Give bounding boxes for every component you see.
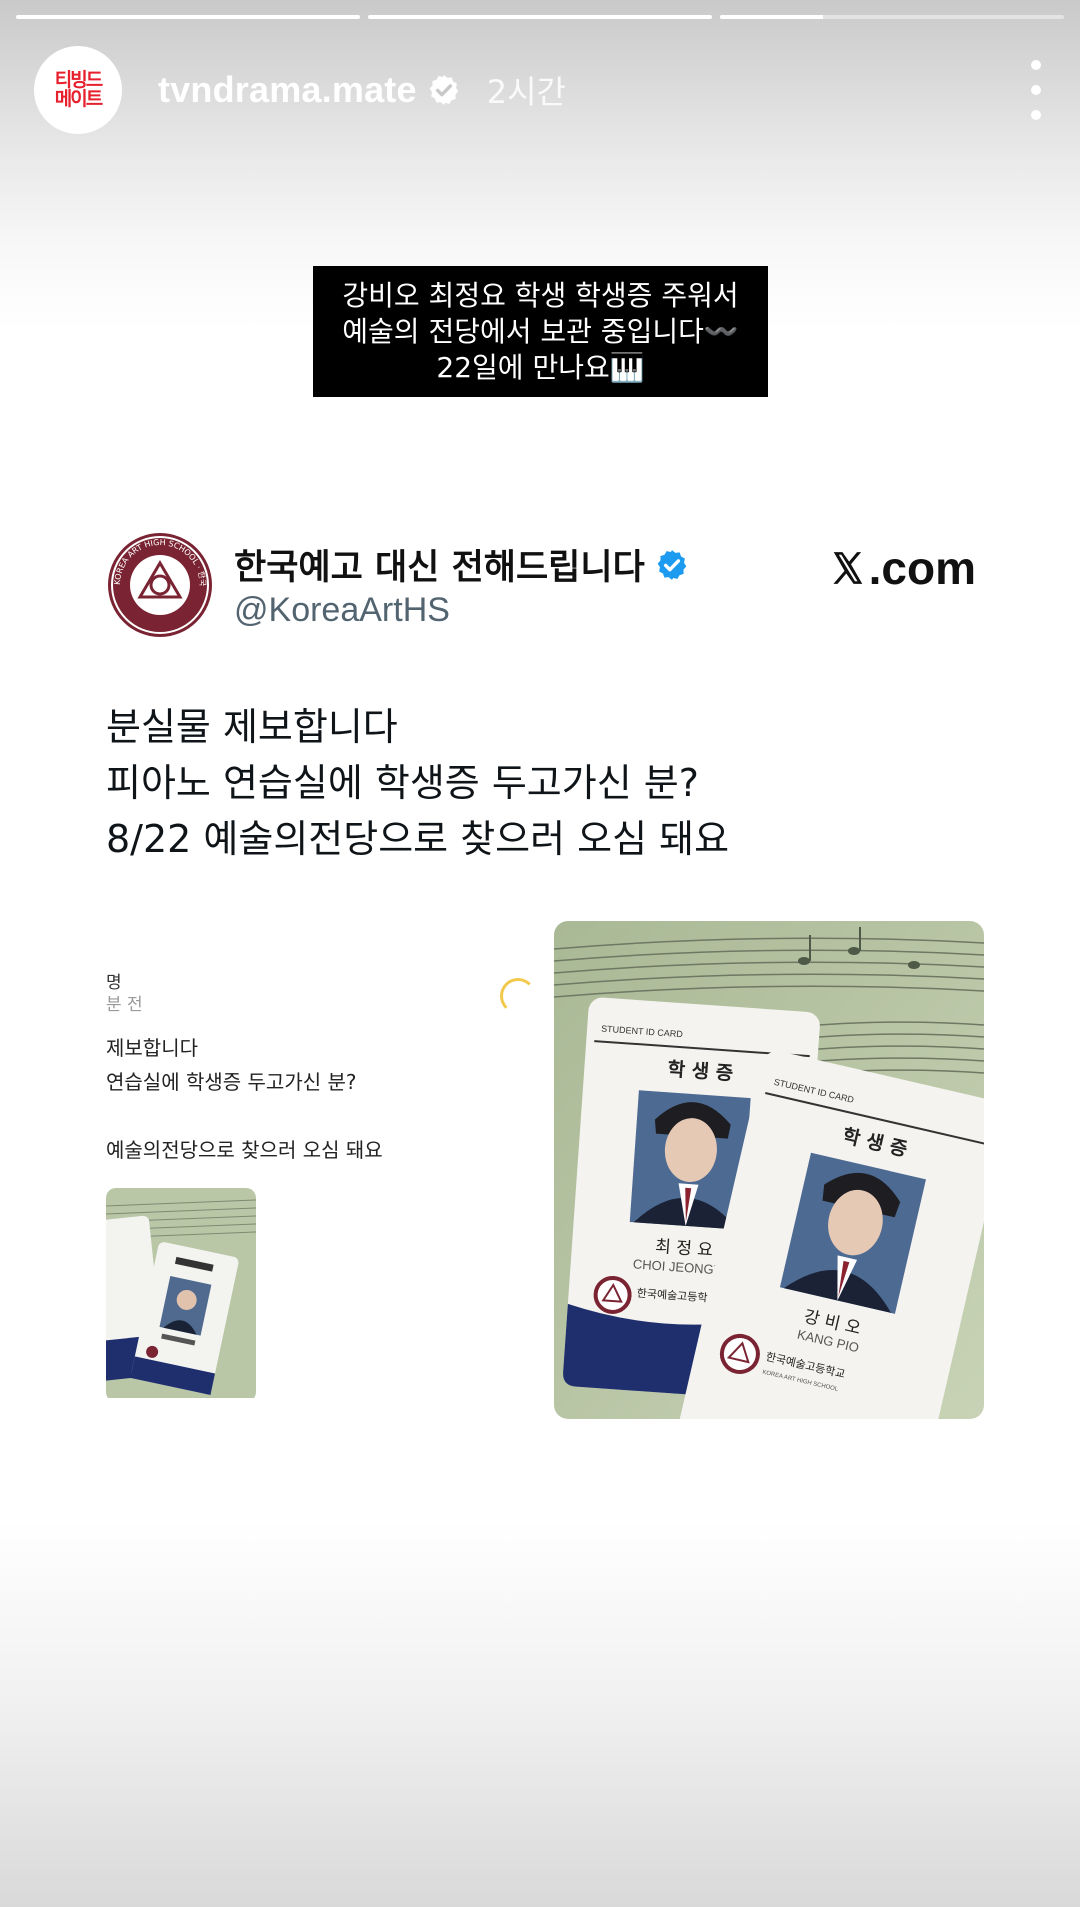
x-com-label: .com: [868, 542, 976, 594]
tweet-display-name-text: 한국예고 대신 전해드립니다: [234, 548, 645, 588]
progress-segment-2: [368, 15, 712, 19]
avatar-logo: 티빙드 메이트: [43, 71, 113, 109]
progress-fill-3: [720, 15, 824, 19]
progress-segment-1: [16, 15, 360, 19]
tweet-card[interactable]: KOREA ART HIGH SCHOOL · 한국예술고등학교 한국예고 대신…: [84, 521, 984, 1433]
x-logo-icon: [833, 552, 862, 584]
more-options-icon[interactable]: [1026, 60, 1046, 120]
avatar-logo-line-2: 메이트: [54, 88, 103, 110]
progress-fill-2: [368, 15, 712, 19]
embed-line-1: 제보합니다: [106, 1036, 198, 1060]
progress-segment-3: [720, 15, 1064, 19]
progress-fill-1: [16, 15, 360, 19]
story-header: 티빙드 메이트 tvndrama.mate 2시간: [34, 46, 1046, 134]
embed-avatar-ring: [500, 978, 536, 1014]
embed-photo: [106, 1188, 256, 1398]
verified-badge-icon: [657, 549, 687, 580]
tweet-line-2: 피아노 연습실에 학생증 두고가신 분?: [106, 761, 699, 805]
caption-line-2: 예술의 전당에서 보관 중입니다〰️: [342, 314, 739, 348]
caption-line-3: 22일에 만나요🎹: [436, 350, 645, 384]
username[interactable]: tvndrama.mate: [158, 69, 417, 111]
embed-time: 분 전: [106, 995, 143, 1015]
embed-line-3: 예술의전당으로 찾으러 오심 돼요: [106, 1138, 383, 1162]
tweet-photo[interactable]: STUDENT ID CARD 학 생 증 최 정 요 CHOI JEONGYO…: [554, 921, 984, 1419]
story-caption: 강비오 최정요 학생 학생증 주워서 예술의 전당에서 보관 중입니다〰️ 22…: [313, 266, 768, 397]
avatar[interactable]: 티빙드 메이트: [34, 46, 122, 134]
x-com-link[interactable]: .com: [829, 541, 976, 595]
tweet-line-1: 분실물 제보합니다: [106, 705, 398, 749]
card1-name-ko: 최 정 요: [654, 1237, 713, 1261]
caption-line-1: 강비오 최정요 학생 학생증 주워서: [342, 278, 739, 312]
verified-badge-icon: [429, 75, 459, 105]
post-time: 2시간: [486, 73, 566, 111]
school-logo: KOREA ART HIGH SCHOOL · 한국예술고등학교: [106, 531, 212, 637]
card1-title: 학 생 증: [667, 1058, 734, 1085]
embed-line-2: 연습실에 학생증 두고가신 분?: [106, 1070, 357, 1094]
story-progress: [16, 15, 1064, 19]
embedded-screenshot: 명 분 전 제보합니다 연습실에 학생증 두고가신 분? 예술의전당으로 찾으러…: [106, 938, 536, 1398]
tweet-display-name[interactable]: 한국예고 대신 전해드립니다: [234, 539, 689, 590]
tweet-handle[interactable]: @KoreaArtHS: [234, 591, 450, 630]
tweet-line-3: 8/22 예술의전당으로 찾으러 오심 돼요: [106, 817, 730, 861]
tweet-text: 분실물 제보합니다 피아노 연습실에 학생증 두고가신 분? 8/22 예술의전…: [106, 699, 729, 867]
